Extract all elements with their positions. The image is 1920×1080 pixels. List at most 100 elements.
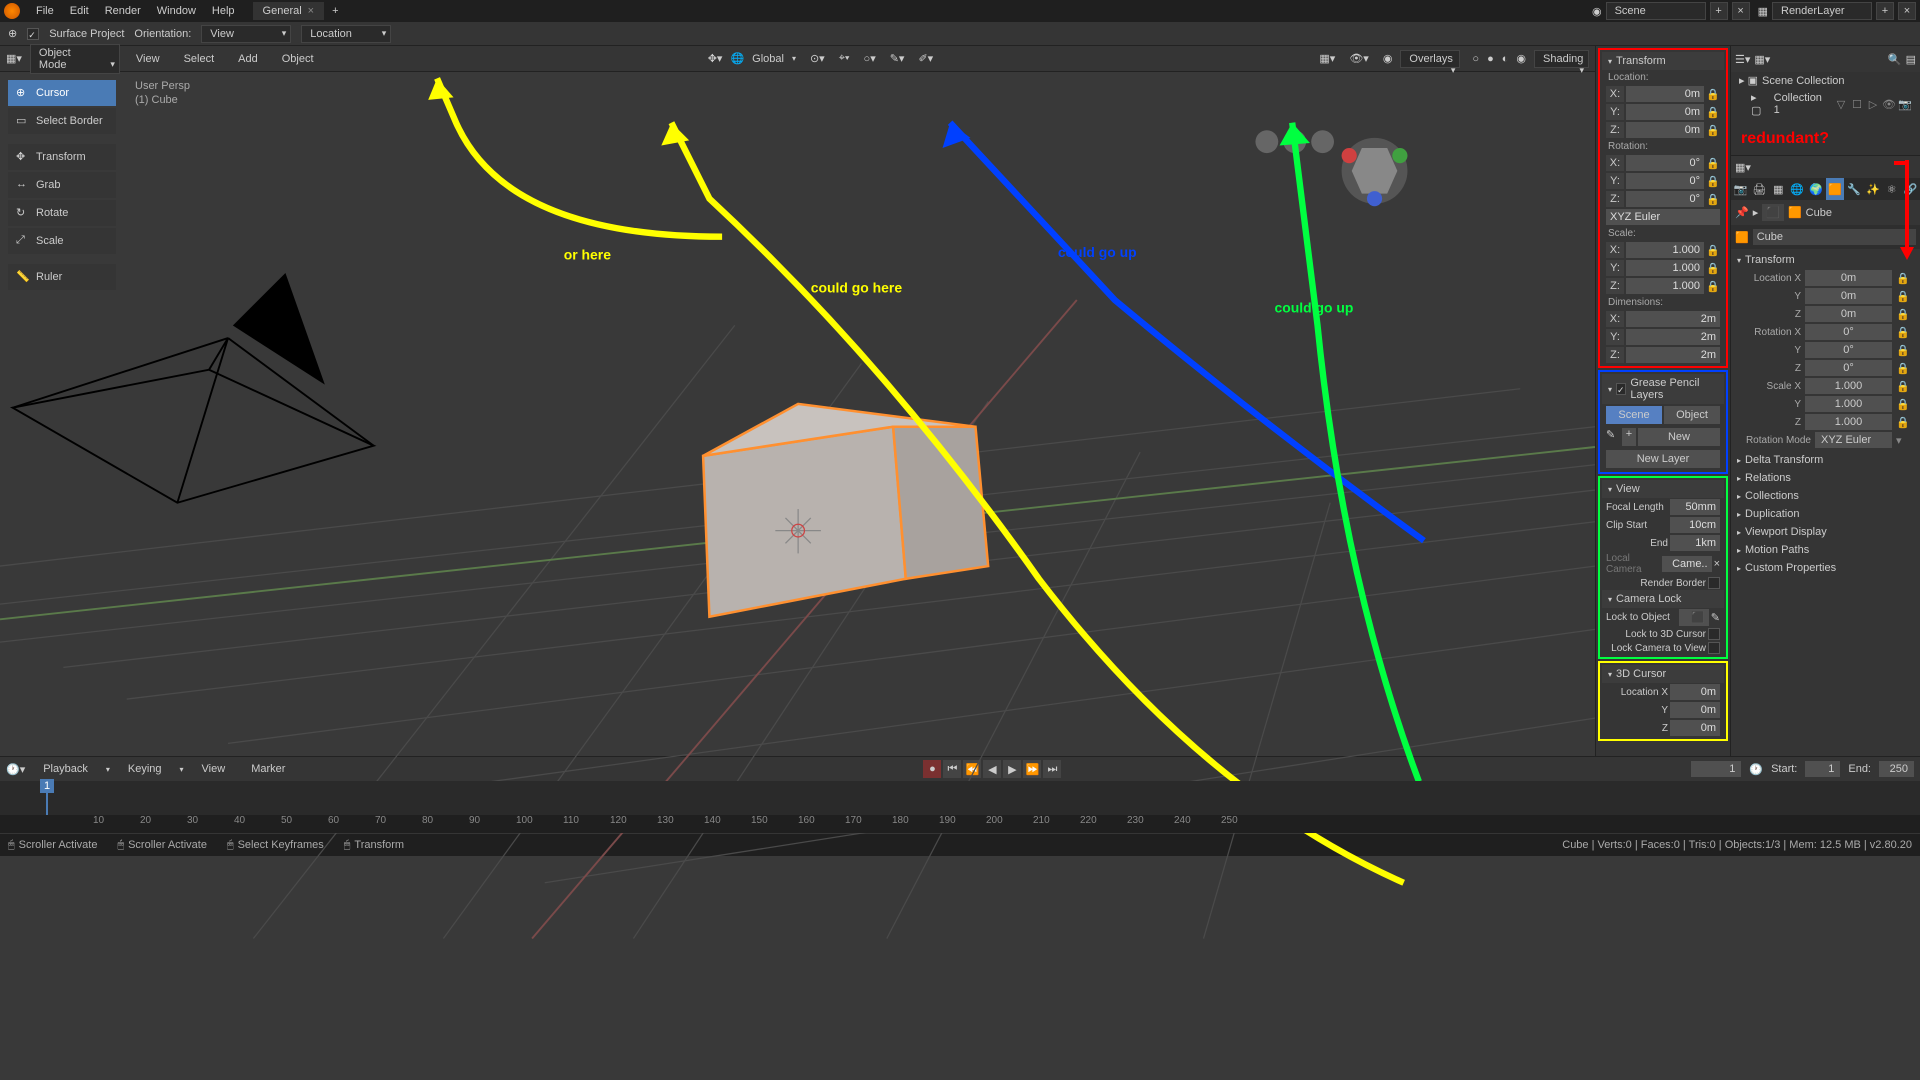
tab-output[interactable]: 🖨 xyxy=(1750,178,1769,200)
lock-icon[interactable]: 🔒 xyxy=(1896,380,1910,393)
dim-x-field[interactable]: 2m xyxy=(1626,311,1720,327)
lock-icon[interactable]: 🔒 xyxy=(1896,416,1910,429)
delete-layer-button[interactable]: × xyxy=(1898,2,1916,20)
add-workspace-button[interactable]: + xyxy=(324,5,346,17)
current-frame-field[interactable]: 1 xyxy=(1691,761,1741,777)
overlays-dropdown[interactable]: Overlays xyxy=(1400,50,1460,68)
tab-modifiers[interactable]: 🔧 xyxy=(1844,178,1863,200)
props-collections[interactable]: Collections xyxy=(1731,487,1920,505)
tool-cursor[interactable]: ⊕Cursor xyxy=(8,80,116,106)
start-frame-field[interactable]: 1 xyxy=(1805,761,1840,777)
tab-viewlayer[interactable]: ▦ xyxy=(1769,178,1788,200)
focal-field[interactable]: 50mm xyxy=(1670,499,1720,515)
gpencil-icon[interactable]: ✎▾ xyxy=(890,52,905,65)
lock-icon[interactable]: 🔒 xyxy=(1896,398,1910,411)
props-scale-y[interactable]: 1.000 xyxy=(1805,396,1892,412)
clip-start-field[interactable]: 10cm xyxy=(1670,517,1720,533)
collections-visibility-icon[interactable]: ▦▾ xyxy=(1319,52,1335,65)
lock-icon[interactable]: 🔒 xyxy=(1706,124,1720,137)
scene-name-field[interactable]: Scene xyxy=(1606,2,1706,20)
props-loc-z[interactable]: 0m xyxy=(1805,306,1892,322)
tab-render[interactable]: 📷 xyxy=(1731,178,1750,200)
lock-icon[interactable]: 🔒 xyxy=(1706,193,1720,206)
overlays-toggle-icon[interactable]: ◉ xyxy=(1383,52,1393,65)
renderlayer-field[interactable]: RenderLayer xyxy=(1772,2,1872,20)
lock-icon[interactable]: 🔒 xyxy=(1896,362,1910,375)
datablock-icon[interactable]: ⬛ xyxy=(1762,204,1784,221)
shading-dropdown[interactable]: Shading xyxy=(1534,50,1589,68)
add-scene-button[interactable]: + xyxy=(1710,2,1728,20)
props-duplication[interactable]: Duplication xyxy=(1731,505,1920,523)
grease-scene-button[interactable]: Scene xyxy=(1606,406,1662,424)
eyedropper-icon[interactable]: ✎ xyxy=(1711,611,1720,624)
transform-panel-header[interactable]: Transform xyxy=(1602,52,1724,70)
dim-y-field[interactable]: 2m xyxy=(1626,329,1720,345)
search-icon[interactable]: 🔍 xyxy=(1888,53,1902,66)
loc-x-field[interactable]: 0m xyxy=(1626,86,1704,102)
viewport-visibility-icon[interactable]: 👁▾ xyxy=(1349,52,1369,65)
lock-icon[interactable]: 🔒 xyxy=(1706,157,1720,170)
props-rot-y[interactable]: 0° xyxy=(1805,342,1892,358)
timeline-ruler[interactable]: 1020304050607080901001101201301401501601… xyxy=(0,815,1920,833)
scale-x-field[interactable]: 1.000 xyxy=(1626,242,1704,258)
shading-wireframe-icon[interactable]: ○ xyxy=(1472,53,1479,65)
selectable-icon[interactable]: ▷ xyxy=(1866,98,1880,111)
add-button[interactable]: + xyxy=(1622,428,1636,446)
tab-physics[interactable]: ⚛ xyxy=(1882,178,1901,200)
viewport-menu-add[interactable]: Add xyxy=(230,53,266,65)
lock-icon[interactable]: 🔒 xyxy=(1706,175,1720,188)
lock-camera-checkbox[interactable] xyxy=(1708,642,1720,654)
tab-scene[interactable]: 🌐 xyxy=(1788,178,1807,200)
tool-transform[interactable]: ✥Transform xyxy=(8,144,116,170)
tab-object[interactable]: 🟧 xyxy=(1826,178,1845,200)
menu-edit[interactable]: Edit xyxy=(62,5,97,17)
playhead[interactable] xyxy=(46,781,48,815)
viewport-menu-object[interactable]: Object xyxy=(274,53,322,65)
cursor-x-field[interactable]: 0m xyxy=(1670,684,1720,700)
tool-scale[interactable]: ⤢Scale xyxy=(8,228,116,254)
editor-type-icon[interactable]: ☰▾ xyxy=(1735,53,1750,66)
grease-checkbox[interactable] xyxy=(1616,383,1626,395)
lock-icon[interactable]: 🔒 xyxy=(1706,262,1720,275)
props-loc-y[interactable]: 0m xyxy=(1805,288,1892,304)
cursor-z-field[interactable]: 0m xyxy=(1670,720,1720,736)
dim-z-field[interactable]: 2m xyxy=(1626,347,1720,363)
lock-icon[interactable]: 🔒 xyxy=(1896,290,1910,303)
tool-select-border[interactable]: ▭Select Border xyxy=(8,108,116,134)
local-camera-field[interactable]: Came.. xyxy=(1662,556,1712,572)
display-mode-icon[interactable]: ▦▾ xyxy=(1754,53,1770,66)
tab-constraints[interactable]: 🔗 xyxy=(1901,178,1920,200)
props-rot-z[interactable]: 0° xyxy=(1805,360,1892,376)
cursor-panel-header[interactable]: 3D Cursor xyxy=(1602,665,1724,683)
render-border-checkbox[interactable] xyxy=(1708,577,1720,589)
outliner-collection-1[interactable]: ▸ ▢ Collection 1 ▽ ☐ ▷ 👁 📷 xyxy=(1731,89,1920,119)
menu-render[interactable]: Render xyxy=(97,5,149,17)
filter-icon[interactable]: ▤ xyxy=(1906,53,1916,66)
lock-icon[interactable]: 🔒 xyxy=(1706,88,1720,101)
shading-solid-icon[interactable]: ● xyxy=(1487,53,1494,65)
props-loc-x[interactable]: 0m xyxy=(1805,270,1892,286)
object-name-input[interactable]: Cube xyxy=(1753,229,1916,245)
lock-icon[interactable]: 🔒 xyxy=(1896,272,1910,285)
props-delta-transform[interactable]: Delta Transform xyxy=(1731,451,1920,469)
grease-panel-header[interactable]: Grease Pencil Layers xyxy=(1602,374,1724,404)
grease-new-button[interactable]: New xyxy=(1638,428,1720,446)
clip-end-field[interactable]: 1km xyxy=(1670,535,1720,551)
props-viewport-display[interactable]: Viewport Display xyxy=(1731,523,1920,541)
pin-icon[interactable]: 📌 xyxy=(1735,206,1749,219)
rotation-mode-dropdown[interactable]: XYZ Euler xyxy=(1815,432,1892,448)
workspace-tab[interactable]: General × xyxy=(253,2,325,20)
props-motion-paths[interactable]: Motion Paths xyxy=(1731,541,1920,559)
tool-ruler[interactable]: 📏Ruler xyxy=(8,264,116,290)
menu-help[interactable]: Help xyxy=(204,5,243,17)
scale-z-field[interactable]: 1.000 xyxy=(1626,278,1704,294)
props-rot-x[interactable]: 0° xyxy=(1805,324,1892,340)
close-icon[interactable]: × xyxy=(308,5,314,17)
render-icon[interactable]: 📷 xyxy=(1898,98,1912,111)
grease-object-button[interactable]: Object xyxy=(1664,406,1720,424)
orientation-dropdown[interactable]: View xyxy=(201,25,291,43)
shading-lookdev-icon[interactable]: ◐ xyxy=(1502,53,1509,65)
timeline-track[interactable] xyxy=(0,781,1920,815)
tool-grab[interactable]: ↔Grab xyxy=(8,172,116,198)
gizmo-icon[interactable]: ✥▾ xyxy=(708,52,723,65)
